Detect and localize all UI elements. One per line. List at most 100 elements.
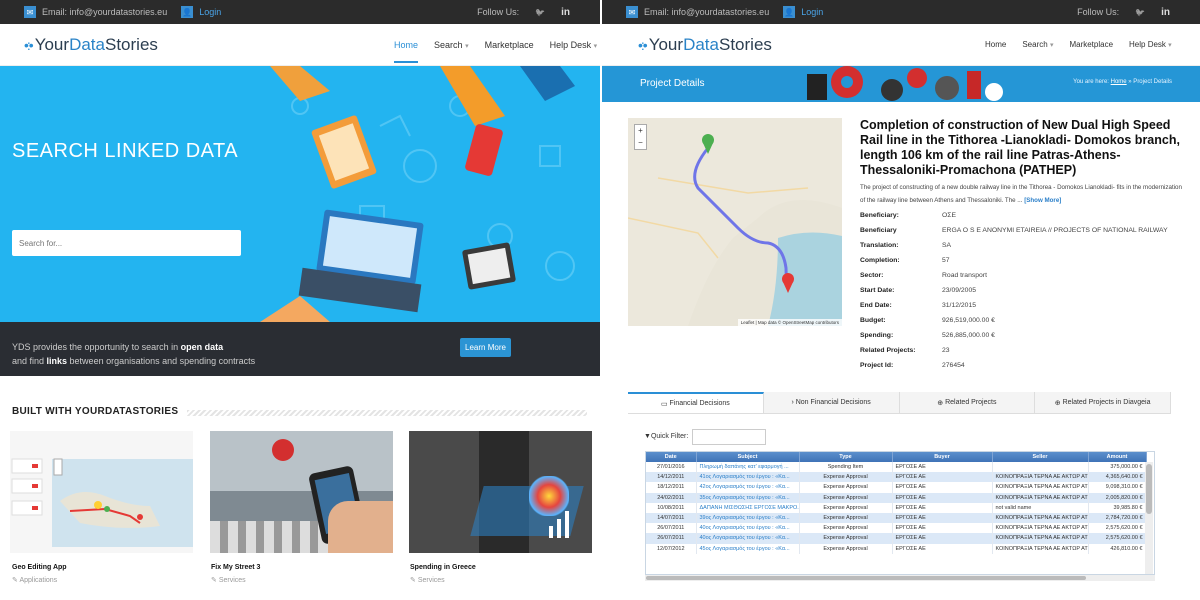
field-label: Related Projects: <box>860 347 916 354</box>
logo-dots-icon: •:• <box>638 36 648 53</box>
map-zoom-control[interactable]: + − <box>634 124 647 150</box>
field-label: Completion: <box>860 257 900 264</box>
top-bar: ✉ Email: info@yourdatastories.eu 👤 Login… <box>602 0 1200 24</box>
field-value: 276454 <box>942 362 965 369</box>
table-cell[interactable]: 40ος Λογαριασμός του έργου : «Κα... <box>696 523 800 534</box>
page-header-band: Project Details You are here: Home » Pro… <box>602 66 1200 102</box>
grid-vertical-scrollbar[interactable] <box>1145 462 1153 574</box>
table-row[interactable]: 24/02/2011 35ος Λογαριασμός του έργου : «… <box>646 492 1147 503</box>
table-cell: ΕΡΓΟΣΕ ΑΕ <box>892 502 993 513</box>
linkedin-icon[interactable]: in <box>561 7 570 18</box>
nav-helpdesk[interactable]: Help Desk ▾ <box>550 40 598 50</box>
table-cell[interactable]: 41ος Λογαριασμός του έργου : «Κα... <box>696 472 800 483</box>
tab-non-financial-decisions[interactable]: › Non Financial Decisions <box>764 392 900 413</box>
table-cell[interactable]: 39ος Λογαριασμός του έργου : «Κα... <box>696 512 800 524</box>
tab-financial-decisions[interactable]: ▭ Financial Decisions <box>628 392 764 413</box>
card-street-image[interactable] <box>210 431 393 553</box>
column-header[interactable]: Type <box>799 452 893 462</box>
project-description: The project of constructing of a new dou… <box>860 184 1182 204</box>
table-cell[interactable]: 45ος Λογαριασμός του έργου : «Κα... <box>696 543 800 554</box>
field-value: SA <box>942 242 952 249</box>
grid-horizontal-scrollbar[interactable] <box>645 575 1155 581</box>
table-row[interactable]: 26/07/2011 40ος Λογαριασμός του έργου : «… <box>646 523 1147 534</box>
field-label: Translation: <box>860 242 899 249</box>
field-value: 926,519,000.00 € <box>942 317 995 324</box>
card-geo-image[interactable] <box>10 431 193 553</box>
field-value: 23 <box>942 347 950 354</box>
table-cell: ΕΡΓΟΣΕ ΑΕ <box>892 533 993 544</box>
main-menu: Home Search ▾ Marketplace Help Desk ▾ <box>394 40 598 63</box>
table-row[interactable]: 27/01/2016 Πληρωμή δαπάνης κατ' εφαρμογή … <box>646 462 1147 473</box>
table-cell: ΚΟΙΝΟΠΡΑΞΙΑ ΤΕΡΝΑ ΑΕ ΑΚΤΩΡ ΑΤΕ... <box>992 523 1089 534</box>
table-cell: Spending Item <box>799 462 893 473</box>
table-cell: not valid name <box>992 502 1089 513</box>
project-map[interactable]: + − Leaflet | Map data © OpenStreetMap co… <box>628 118 842 326</box>
column-header[interactable]: Buyer <box>892 452 993 462</box>
field-label: Beneficiary <box>860 227 897 234</box>
table-cell: ΕΡΓΟΣΕ ΑΕ <box>892 523 993 534</box>
home-screenshot: ✉ Email: info@yourdatastories.eu 👤 Login… <box>0 0 600 600</box>
field-label: Sector: <box>860 272 884 279</box>
show-more-link[interactable]: [Show More] <box>1024 197 1061 204</box>
quick-filter-input[interactable] <box>692 429 766 445</box>
table-cell: 2,005,820.00 € <box>1088 492 1147 503</box>
heading-stripe <box>187 410 587 416</box>
table-cell: 12/07/2012 <box>646 543 697 554</box>
tab-related-diavgeia[interactable]: ⊕ Related Projects in Diavgeia <box>1035 392 1171 413</box>
nav-home[interactable]: Home <box>985 40 1006 49</box>
table-row[interactable]: 18/12/2011 42ος Λογαριασμός του έργου : «… <box>646 482 1147 493</box>
email-text[interactable]: Email: info@yourdatastories.eu <box>644 7 769 17</box>
card-title[interactable]: Fix My Street 3 <box>211 564 260 571</box>
logo-data: Data <box>69 34 105 54</box>
linkedin-icon[interactable]: in <box>1161 7 1170 18</box>
breadcrumb-home[interactable]: Home <box>1111 79 1127 85</box>
column-header[interactable]: Subject <box>696 452 800 462</box>
hero-search-input[interactable] <box>12 230 241 256</box>
table-cell: 2,784,720.00 € <box>1088 512 1147 524</box>
project-details-screenshot: ✉ Email: info@yourdatastories.eu 👤 Login… <box>602 0 1200 600</box>
email-text[interactable]: Email: info@yourdatastories.eu <box>42 7 167 17</box>
field-value: 23/09/2005 <box>942 287 977 294</box>
login-link[interactable]: Login <box>801 7 823 17</box>
column-header[interactable]: Date <box>646 452 697 462</box>
twitter-icon[interactable]: 🐦 <box>1135 8 1145 17</box>
table-cell: 26/07/2011 <box>646 523 697 534</box>
card-spending-image[interactable] <box>409 431 592 553</box>
field-value: 57 <box>942 257 950 264</box>
table-row[interactable]: 14/07/2011 39ος Λογαριασμός του έργου : «… <box>646 512 1147 524</box>
twitter-icon[interactable]: 🐦 <box>535 8 545 17</box>
card-title[interactable]: Geo Editing App <box>12 564 67 571</box>
table-cell[interactable]: 42ος Λογαριασμός του έργου : «Κα... <box>696 482 800 493</box>
table-cell: 24/02/2011 <box>646 492 697 503</box>
nav-search[interactable]: Search ▾ <box>434 40 469 50</box>
table-cell[interactable]: 40ος Λογαριασμός του έργου : «Κα... <box>696 533 800 544</box>
column-header[interactable]: Amount <box>1088 452 1147 462</box>
nav-home[interactable]: Home <box>394 40 419 63</box>
card-title[interactable]: Spending in Greece <box>410 564 476 571</box>
table-cell: 39,985.80 € <box>1088 502 1147 513</box>
map-attribution: Leaflet | Map data © OpenStreetMap contr… <box>737 319 842 326</box>
table-row[interactable]: 26/07/2011 40ος Λογαριασμός του έργου : «… <box>646 533 1147 544</box>
column-header[interactable]: Seller <box>992 452 1089 462</box>
nav-marketplace[interactable]: Marketplace <box>485 40 534 50</box>
table-cell[interactable]: Πληρωμή δαπάνης κατ' εφαρμογή ... <box>696 462 800 473</box>
tab-related-projects[interactable]: ⊕ Related Projects <box>900 392 1036 413</box>
user-icon: 👤 <box>783 6 796 18</box>
login-link[interactable]: Login <box>199 7 221 17</box>
table-row[interactable]: 14/12/2011 41ος Λογαριασμός του έργου : «… <box>646 472 1147 483</box>
table-cell: 4,365,640.00 € <box>1088 472 1147 483</box>
table-cell[interactable]: ΔΑΠΑΝΗ ΜΙΣΘΩΣΗΣ ΕΡΓΟΣΕ ΜΑΚΡΟ... <box>696 502 800 513</box>
logo[interactable]: •:• Your Data Stories <box>24 35 158 55</box>
nav-marketplace[interactable]: Marketplace <box>1069 40 1113 49</box>
table-row[interactable]: 12/07/2012 45ος Λογαριασμός του έργου : «… <box>646 543 1147 554</box>
nav-search[interactable]: Search ▾ <box>1022 40 1053 49</box>
learn-more-button[interactable]: Learn More <box>460 338 511 357</box>
quick-filter-label: ▼Quick Filter: <box>644 433 689 440</box>
table-cell: 27/01/2016 <box>646 462 697 473</box>
logo[interactable]: •:• Your Data Stories <box>638 35 772 55</box>
intro-bold2: links <box>46 356 68 366</box>
table-row[interactable]: 10/08/2011 ΔΑΠΑΝΗ ΜΙΣΘΩΣΗΣ ΕΡΓΟΣΕ ΜΑΚΡΟ..… <box>646 502 1147 513</box>
table-cell[interactable]: 35ος Λογαριασμός του έργου : «Κα... <box>696 492 800 503</box>
nav-helpdesk[interactable]: Help Desk ▾ <box>1129 40 1172 49</box>
field-value: 31/12/2015 <box>942 302 977 309</box>
